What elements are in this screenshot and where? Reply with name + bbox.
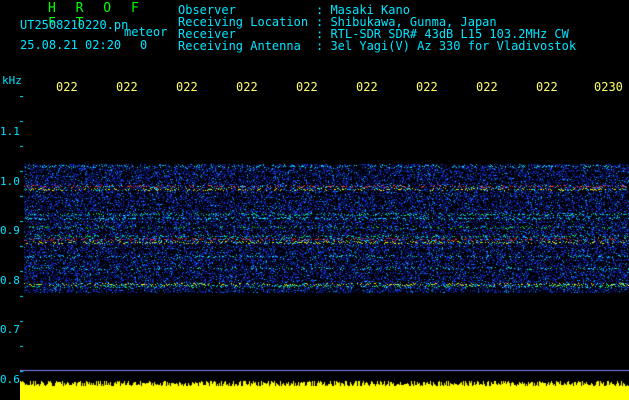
y-tick: 0.9 xyxy=(0,224,20,237)
time-tick: 022 xyxy=(536,80,558,94)
datetime: 25.08.21 02:20 xyxy=(20,38,122,52)
header-left: H R O F F T UT2508210220.pn meteor 25.08… xyxy=(0,0,170,60)
y-tick: 0.6 xyxy=(0,373,20,386)
file-tag: meteor xyxy=(124,25,168,39)
time-tick: 022 xyxy=(356,80,378,94)
info-value: : 3el Yagi(V) Az 330 for Vladivostok xyxy=(316,39,577,53)
time-tick: 022 xyxy=(476,80,498,94)
time-tick: 022 xyxy=(116,80,138,94)
y-tick: 1.1 xyxy=(0,125,20,138)
info-antenna: Receiving Antenna : 3el Yagi(V) Az 330 fo… xyxy=(178,40,576,52)
time-tick: 0230 xyxy=(594,80,623,94)
info-label: Receiving Antenna xyxy=(178,39,301,53)
y-axis-unit: kHz xyxy=(2,74,22,87)
spectrogram-canvas xyxy=(20,96,629,400)
time-tick: 022 xyxy=(296,80,318,94)
time-tick: 022 xyxy=(236,80,258,94)
time-tick: 022 xyxy=(416,80,438,94)
time-tick: 022 xyxy=(176,80,198,94)
y-tick: 1.0 xyxy=(0,175,20,188)
station-info: Observer: Masaki Kano Receiving Location… xyxy=(178,4,576,52)
count: 0 xyxy=(140,38,148,52)
filename: UT2508210220.pn xyxy=(20,18,129,32)
y-tick: 0.7 xyxy=(0,323,20,336)
time-tick: 022 xyxy=(56,80,78,94)
y-tick: 0.8 xyxy=(0,274,20,287)
